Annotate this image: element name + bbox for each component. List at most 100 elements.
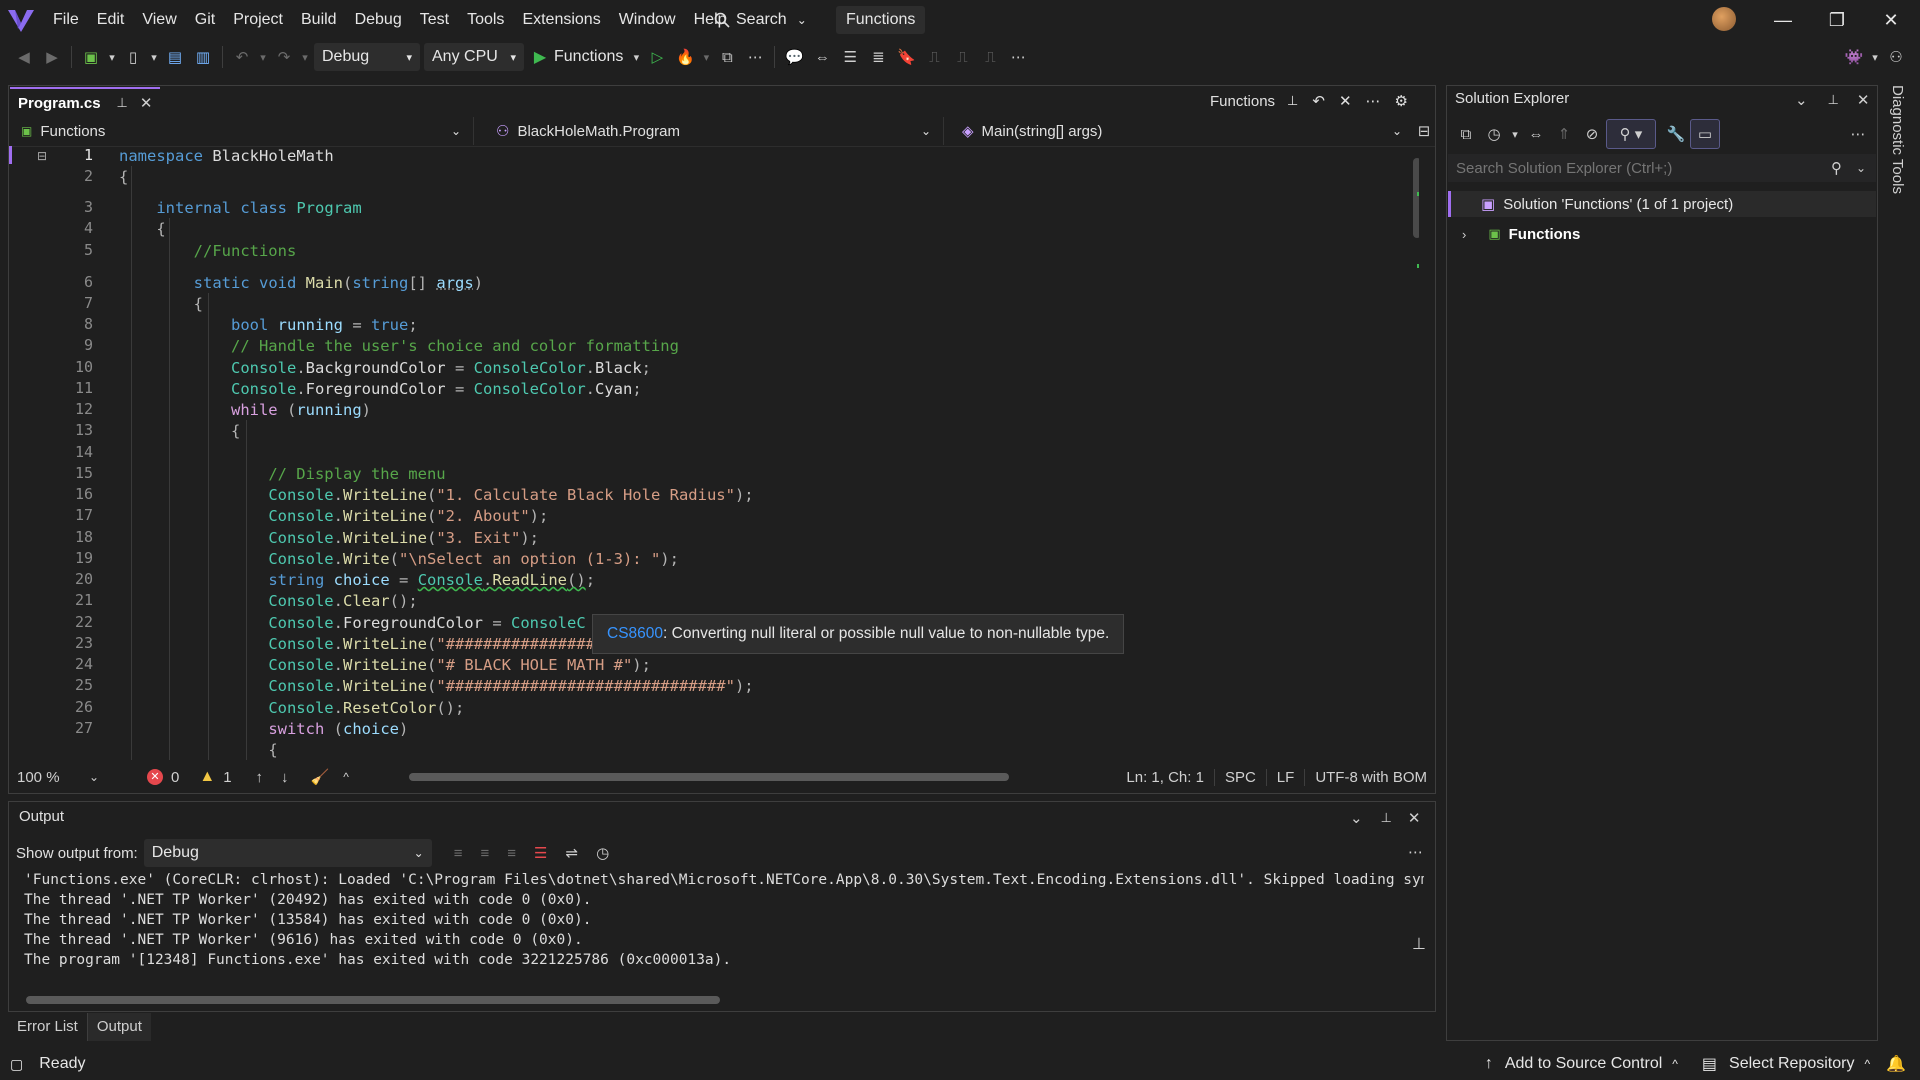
horizontal-scrollbar-thumb[interactable]	[408, 773, 1009, 781]
more-icon[interactable]: ⋯	[1004, 43, 1032, 71]
pin-icon[interactable]: ⊥	[1381, 810, 1392, 826]
previous-issue-icon[interactable]: ↑	[256, 769, 264, 786]
tab-program-cs[interactable]: Program.cs ⊥ ✕	[10, 87, 161, 117]
chevron-down-icon[interactable]: ▾	[105, 43, 119, 71]
more-icon[interactable]: ⋯	[1408, 843, 1423, 861]
back-icon[interactable]: ◀	[10, 43, 38, 71]
browser-link-icon[interactable]: ⧉	[713, 43, 741, 71]
menu-file[interactable]: File	[44, 0, 88, 40]
more-icon[interactable]: ⋯	[741, 43, 769, 71]
avatar[interactable]	[1712, 7, 1736, 31]
menu-edit[interactable]: Edit	[88, 0, 134, 40]
platform-dropdown[interactable]: Any CPU ▾	[424, 43, 524, 71]
clear-bookmarks-icon[interactable]: ⎍	[976, 43, 1004, 71]
close-icon[interactable]: ✕	[1857, 91, 1870, 109]
notification-bell-icon[interactable]: 🔔	[1886, 1054, 1906, 1074]
menu-build[interactable]: Build	[292, 0, 346, 40]
new-file-icon[interactable]: ▯	[119, 43, 147, 71]
filter-icon[interactable]: ⚲ ▾	[1606, 119, 1656, 149]
chevron-down-icon[interactable]: ▾	[629, 43, 643, 71]
close-icon[interactable]: ✕	[140, 94, 153, 112]
menu-debug[interactable]: Debug	[346, 0, 411, 40]
undo-icon[interactable]: ↶	[228, 43, 256, 71]
next-message-icon[interactable]: ≡	[507, 845, 516, 862]
search-icon[interactable]: ⚲	[1831, 159, 1842, 177]
pending-changes-icon[interactable]: ◷	[1480, 120, 1508, 148]
close-window-icon[interactable]: ✕	[1864, 0, 1918, 40]
error-count[interactable]: ✕ 0	[147, 769, 179, 786]
chevron-down-icon[interactable]: ▾	[147, 43, 161, 71]
indent-icon[interactable]: ≣	[864, 43, 892, 71]
cursor-position[interactable]: Ln: 1, Ch: 1	[1116, 769, 1214, 786]
chevron-up-icon[interactable]: ^	[1672, 1057, 1678, 1071]
outdent-icon[interactable]: ☰	[836, 43, 864, 71]
sync-icon[interactable]: ↶	[1312, 92, 1325, 110]
tab-output[interactable]: Output	[87, 1013, 151, 1041]
project-dropdown[interactable]: ▣ Functions ⌄	[9, 117, 474, 145]
warning-count[interactable]: ▲ 1	[199, 768, 231, 786]
chevron-up-icon[interactable]: ^	[343, 770, 349, 784]
forward-icon[interactable]: ▶	[38, 43, 66, 71]
chevron-up-icon[interactable]: ^	[1864, 1057, 1870, 1071]
tree-item-solution[interactable]: ▣ Solution 'Functions' (1 of 1 project)	[1448, 191, 1876, 217]
add-to-source-control-button[interactable]: Add to Source Control	[1505, 1055, 1662, 1073]
chevron-down-icon[interactable]: ▾	[1868, 43, 1882, 71]
timestamp-icon[interactable]: ◷	[596, 844, 609, 862]
chevron-down-icon[interactable]: ⌄	[1795, 91, 1808, 109]
menu-window[interactable]: Window	[610, 0, 685, 40]
start-without-debugging-icon[interactable]: ▷	[643, 43, 671, 71]
find-message-icon[interactable]: ≡	[454, 845, 463, 862]
hot-reload-icon[interactable]: 🔥	[671, 43, 699, 71]
solution-explorer-search-input[interactable]	[1448, 158, 1831, 178]
copilot-icon[interactable]: 👾	[1840, 43, 1868, 71]
bookmark-icon[interactable]: 🔖	[892, 43, 920, 71]
tree-item-project[interactable]: › ▣ Functions	[1462, 221, 1580, 247]
pin-icon[interactable]: ⊥	[1287, 93, 1298, 109]
configuration-dropdown[interactable]: Debug ▾	[314, 43, 420, 71]
more-icon[interactable]: ⋯	[1844, 120, 1872, 148]
solution-explorer-search[interactable]: ⚲ ⌄	[1448, 154, 1876, 182]
zoom-dropdown[interactable]: 100 % ⌄	[9, 769, 107, 786]
output-log[interactable]: 'Functions.exe' (CoreCLR: clrhost): Load…	[24, 870, 1424, 980]
restore-icon[interactable]: ❐	[1810, 0, 1864, 40]
collapse-all-icon[interactable]: ⇑	[1550, 120, 1578, 148]
clear-all-icon[interactable]: ☰	[534, 844, 547, 862]
search-button[interactable]: Search ⌄	[714, 8, 807, 32]
pin-icon[interactable]: ⊥	[117, 95, 128, 111]
redo-icon[interactable]: ↷	[270, 43, 298, 71]
gear-icon[interactable]: ⚙	[1395, 92, 1408, 110]
tab-error-list[interactable]: Error List	[8, 1013, 88, 1041]
run-target-label[interactable]: Functions	[554, 48, 623, 66]
menu-test[interactable]: Test	[411, 0, 458, 40]
menu-extensions[interactable]: Extensions	[513, 0, 609, 40]
menu-project[interactable]: Project	[224, 0, 292, 40]
code-editor[interactable]: ⊟ 1 2 3 4 5 6 7 8 9 10 11 12 13 14 15 16…	[9, 146, 1419, 760]
code-cleanup-icon[interactable]: 🧹	[311, 768, 330, 786]
menu-view[interactable]: View	[133, 0, 185, 40]
pin-icon[interactable]: ⊥	[1828, 92, 1839, 108]
previous-bookmark-icon[interactable]: ⎍	[920, 43, 948, 71]
menu-git[interactable]: Git	[186, 0, 224, 40]
close-icon[interactable]: ✕	[1339, 92, 1352, 110]
quick-actions-icon[interactable]: ⇔	[808, 43, 836, 71]
show-all-files-icon[interactable]: ⊘	[1578, 120, 1606, 148]
menu-tools[interactable]: Tools	[458, 0, 513, 40]
switch-views-icon[interactable]: ⧉	[1452, 120, 1480, 148]
vertical-scrollbar-thumb[interactable]	[1413, 158, 1419, 238]
member-dropdown[interactable]: ◈ Main(string[] args) ⌄	[944, 117, 1414, 145]
scroll-lock-icon[interactable]: ⊥	[1412, 934, 1432, 954]
chevron-down-icon[interactable]: ▾	[298, 43, 312, 71]
chevron-down-icon[interactable]: ▾	[1508, 120, 1522, 148]
chevron-down-icon[interactable]: ⌄	[1856, 161, 1866, 175]
sync-with-active-document-icon[interactable]: ⇔	[1522, 120, 1550, 148]
save-all-icon[interactable]: ▥	[189, 43, 217, 71]
select-repository-button[interactable]: Select Repository	[1729, 1055, 1854, 1073]
start-debugging-icon[interactable]: ▶	[526, 43, 554, 71]
diagnostic-tools-tab[interactable]: Diagnostic Tools	[1886, 85, 1912, 205]
split-window-icon[interactable]: ⊟	[1414, 122, 1434, 140]
close-icon[interactable]: ✕	[1408, 809, 1421, 827]
minimize-icon[interactable]: —	[1756, 0, 1810, 40]
previous-message-icon[interactable]: ≡	[481, 845, 490, 862]
solution-name-badge[interactable]: Functions	[836, 6, 926, 34]
word-wrap-icon[interactable]: ⇌	[565, 844, 578, 862]
